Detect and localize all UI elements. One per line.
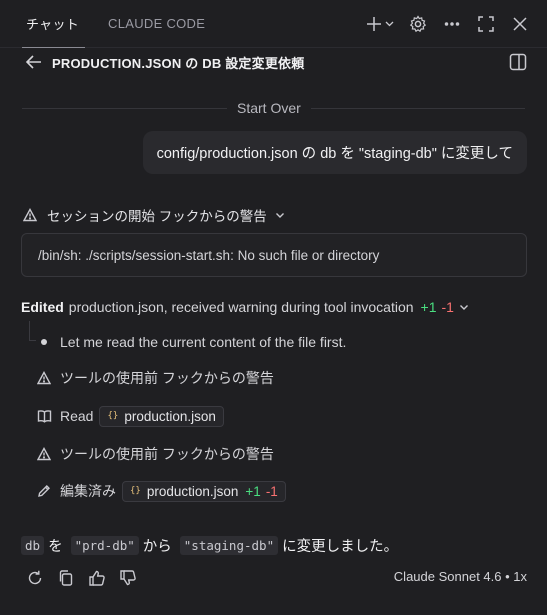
file-chip[interactable]: {} production.json [99, 405, 224, 427]
model-indicator[interactable]: Claude Sonnet 4.6 • 1x [394, 569, 527, 584]
session-hook-warning-toggle[interactable]: セッションの開始 フックからの警告 [23, 205, 285, 225]
warning-icon [36, 446, 52, 462]
gear-icon[interactable] [405, 11, 431, 37]
thumbs-up-icon[interactable] [87, 568, 107, 588]
edited-label: Edited [21, 299, 64, 315]
inline-code: "prd-db" [70, 535, 139, 555]
book-icon [36, 408, 52, 424]
warning-icon [23, 208, 37, 222]
close-icon[interactable] [507, 11, 533, 37]
timeline-connector [29, 321, 30, 341]
json-file-icon: {} [107, 411, 119, 421]
session-warning-label: セッションの開始 フックからの警告 [47, 209, 267, 224]
file-chip-name: production.json [146, 483, 239, 499]
inline-code: db [21, 535, 45, 555]
result-text: から [142, 538, 172, 555]
new-chat-plus-icon[interactable] [363, 11, 397, 37]
timeline-item-text: Read [60, 408, 94, 424]
page-title: PRODUCTION.JSON の DB 設定変更依頼 [52, 56, 305, 71]
tab-chat[interactable]: チャット [21, 0, 86, 48]
message-actions [25, 567, 149, 589]
timeline-item: ツールの使用前 フックからの警告 [36, 367, 274, 389]
lines-removed: -1 [441, 299, 454, 315]
edited-summary-text: production.json, received warning during… [68, 299, 414, 315]
assistant-result: db を "prd-db" から "staging-db" に変更しました。 [21, 534, 398, 556]
edited-summary-toggle[interactable]: Edited production.json, received warning… [21, 297, 469, 317]
json-file-icon: {} [130, 486, 141, 496]
session-warning-error-text: /bin/sh: ./scripts/session-start.sh: No … [38, 247, 380, 263]
result-text: を [48, 538, 63, 555]
timeline-item: Let me read the current content of the f… [36, 331, 346, 353]
warning-icon [36, 370, 52, 386]
conversation-header: PRODUCTION.JSON の DB 設定変更依頼 [0, 48, 547, 76]
lines-removed: -1 [265, 483, 278, 499]
retry-icon[interactable] [25, 568, 45, 588]
lines-added: +1 [420, 299, 437, 315]
result-text: に変更しました。 [282, 538, 399, 555]
chevron-down-icon [459, 305, 468, 310]
session-warning-output: /bin/sh: ./scripts/session-start.sh: No … [21, 233, 527, 277]
start-over-button[interactable]: Start Over [227, 98, 311, 118]
more-icon[interactable] [439, 11, 465, 37]
tab-claude-code[interactable]: CLAUDE CODE [108, 0, 205, 48]
expand-icon[interactable] [473, 11, 499, 37]
copy-icon[interactable] [56, 568, 76, 588]
timeline-item: ツールの使用前 フックからの警告 [36, 443, 274, 465]
user-message: config/production.json の db を "staging-d… [142, 131, 527, 174]
inline-code: "staging-db" [179, 535, 279, 555]
lines-added: +1 [245, 483, 261, 499]
thumbs-down-icon[interactable] [118, 568, 138, 588]
timeline-item-text: 編集済み [60, 483, 116, 499]
dot-icon [36, 334, 52, 350]
back-arrow-icon[interactable] [24, 52, 44, 72]
toolbar-icons [355, 0, 533, 48]
timeline-connector-hook [29, 340, 36, 341]
tab-bar: チャット CLAUDE CODE [0, 0, 547, 48]
chevron-down-icon [275, 213, 284, 218]
timeline-item-text: ツールの使用前 フックからの警告 [60, 370, 274, 386]
file-chip[interactable]: {} production.json +1 -1 [122, 480, 286, 502]
file-chip-name: production.json [124, 408, 216, 424]
timeline-item-text: Let me read the current content of the f… [60, 334, 347, 350]
side-panel-icon[interactable] [508, 52, 528, 72]
timeline-item: Read {} production.json [36, 405, 224, 427]
timeline-item: 編集済み {} production.json +1 -1 [36, 480, 286, 502]
timeline-item-text: ツールの使用前 フックからの警告 [60, 446, 274, 462]
pencil-icon [36, 483, 52, 499]
